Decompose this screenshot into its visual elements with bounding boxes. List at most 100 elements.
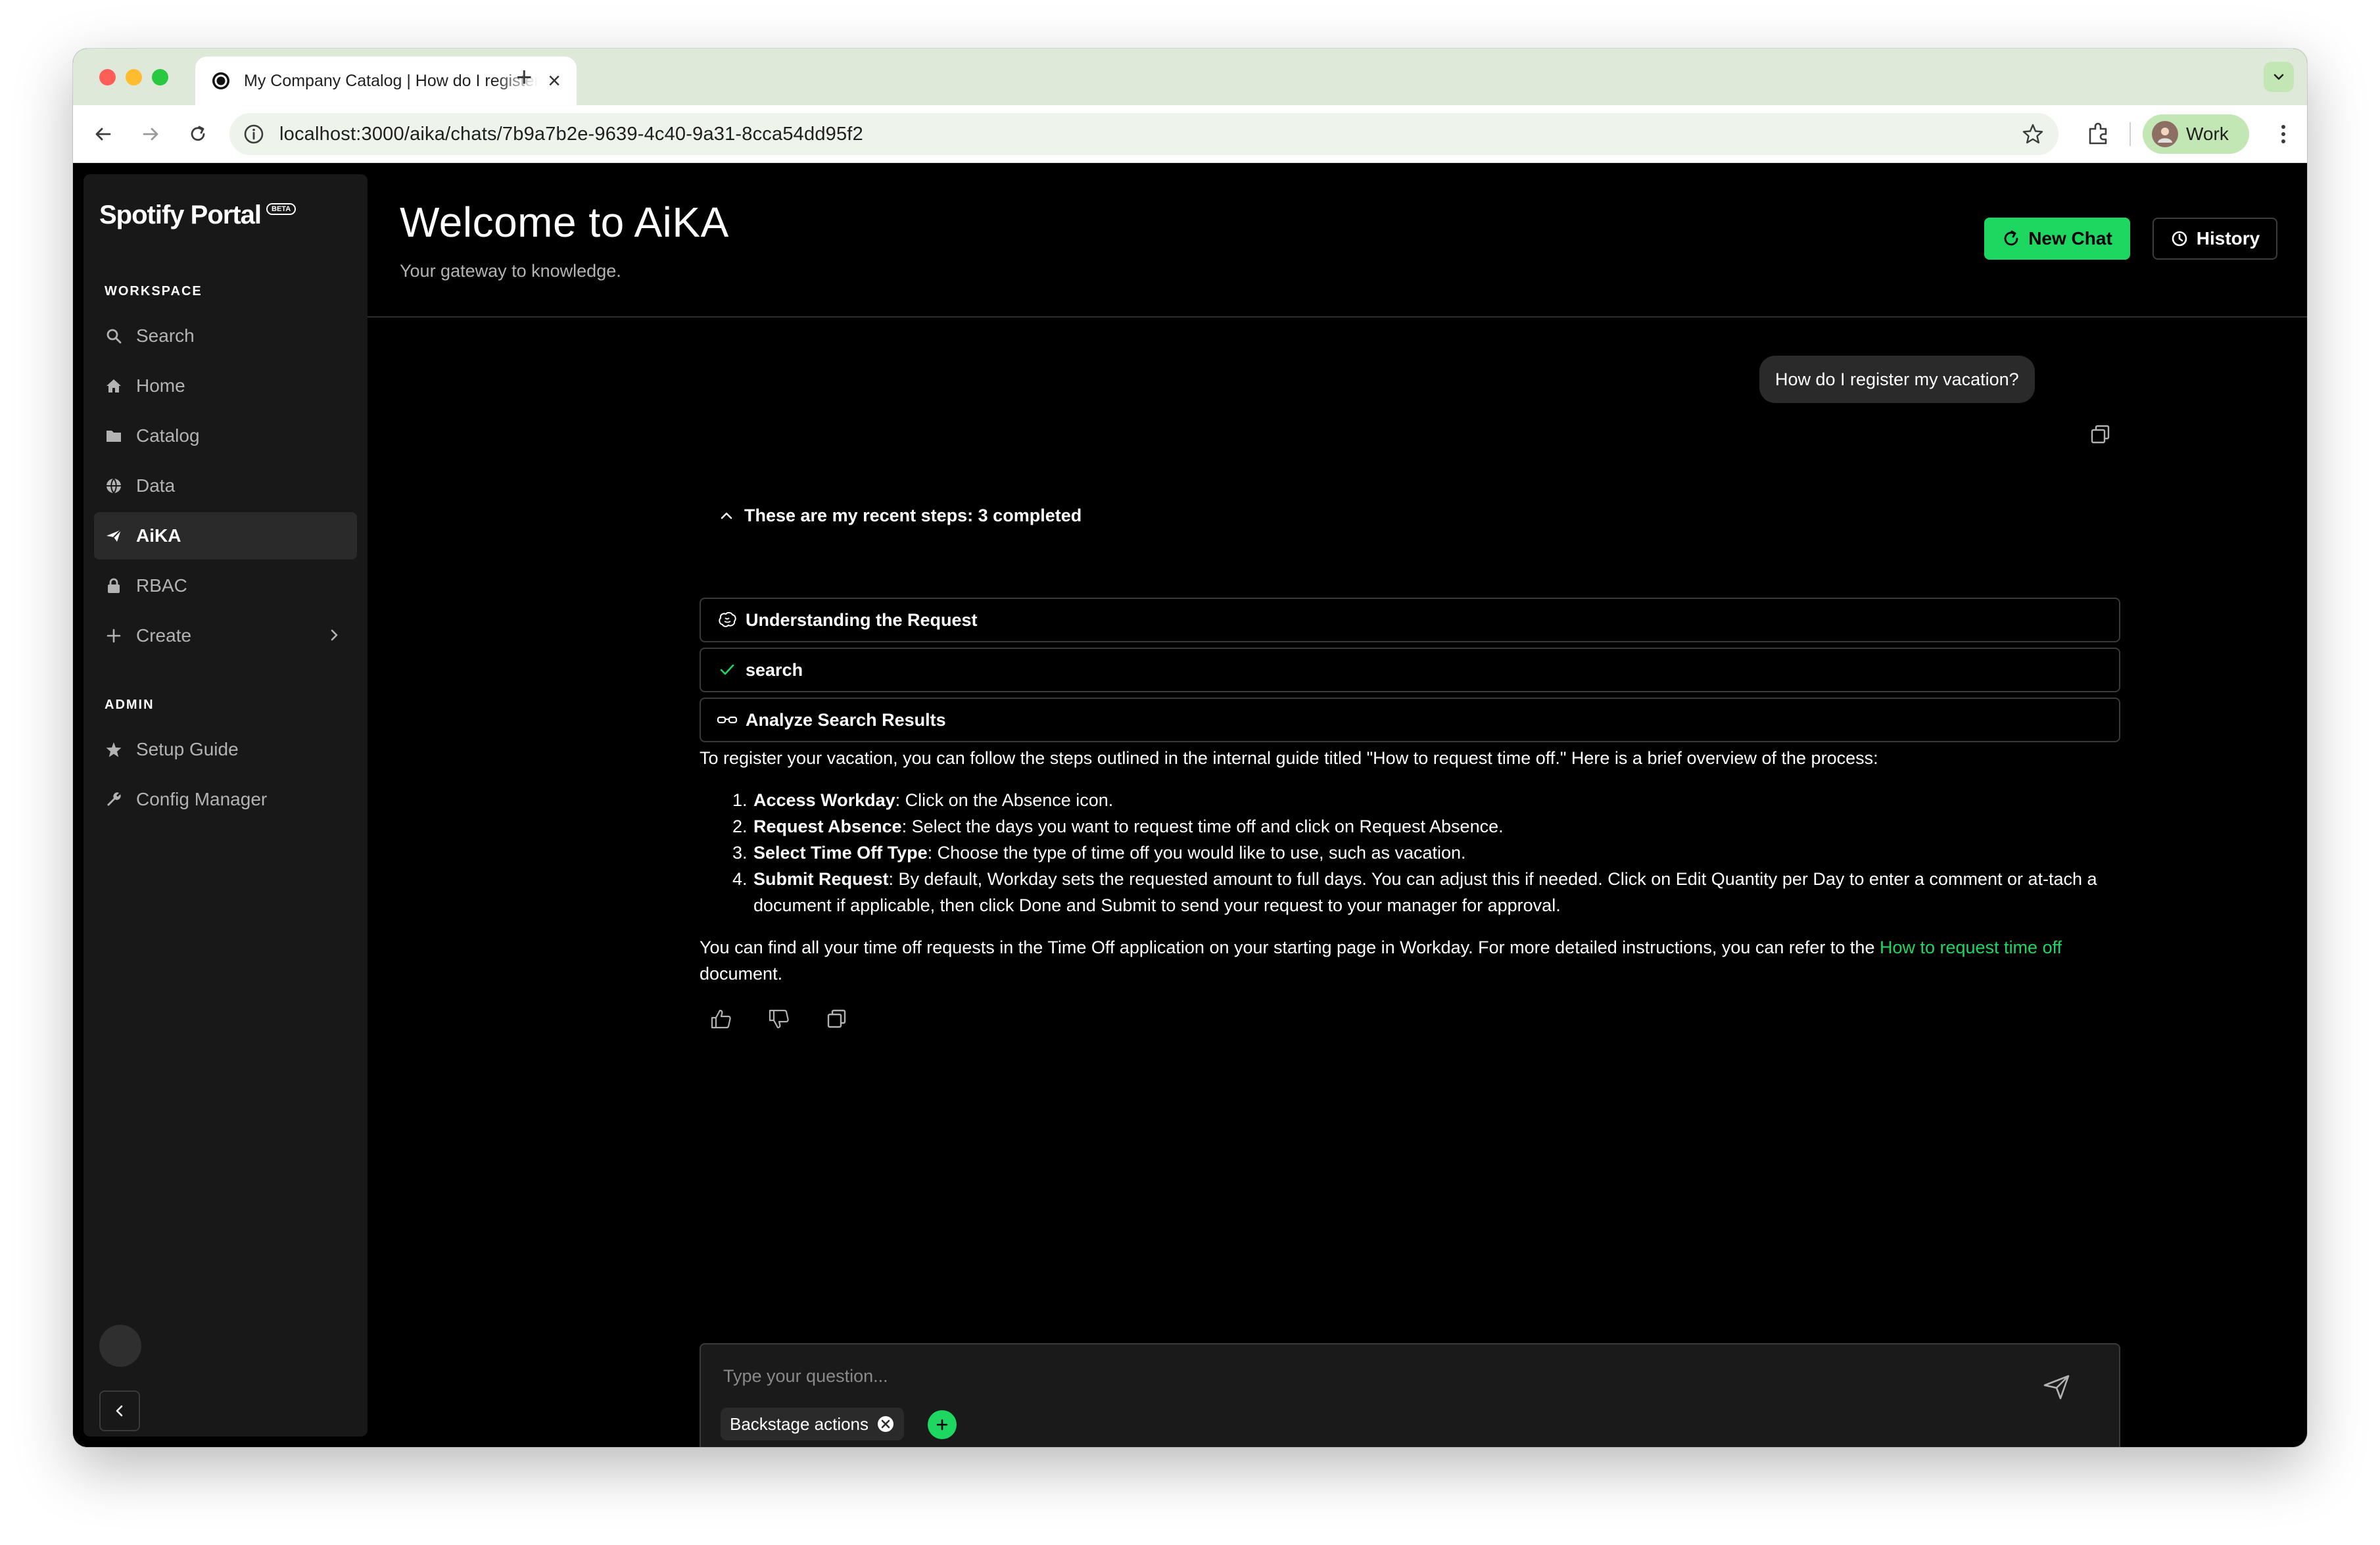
tool-chip[interactable]: Backstage actions (721, 1408, 905, 1440)
sidebar-item-aika[interactable]: AiKA (94, 512, 357, 559)
thumbs-up-icon[interactable] (709, 1007, 733, 1031)
question-input[interactable] (723, 1362, 1972, 1390)
outro-text: You can find all your time off requests … (700, 938, 1880, 957)
site-info-icon[interactable] (243, 123, 265, 145)
address-bar[interactable]: localhost:3000/aika/chats/7b9a7b2e-9639-… (229, 113, 2059, 155)
back-button[interactable] (89, 120, 118, 149)
user-message-bubble: How do I register my vacation? (1759, 356, 2035, 403)
arrow-right-icon (143, 128, 158, 141)
browser-toolbar: localhost:3000/aika/chats/7b9a7b2e-9639-… (73, 105, 2307, 163)
globe-icon (105, 477, 123, 495)
toolbar-divider (2130, 122, 2131, 146)
main-content: Welcome to AiKA Your gateway to knowledg… (368, 164, 2307, 1447)
new-chat-label: New Chat (2028, 228, 2112, 249)
new-tab-button[interactable]: + (516, 63, 533, 91)
sidebar-item-label: Setup Guide (136, 739, 239, 759)
list-item-text: : By default, Workday sets the requested… (753, 869, 2097, 915)
extensions-icon[interactable] (2083, 120, 2112, 149)
refresh-chat-icon (2004, 230, 2018, 246)
check-icon (717, 659, 738, 680)
guide-link[interactable]: How to request time off (1880, 938, 2062, 957)
page-header: Welcome to AiKA Your gateway to knowledg… (368, 164, 2307, 318)
brain-icon (717, 609, 738, 630)
list-item: Request Absence: Select the days you wan… (752, 813, 2124, 840)
chevron-left-icon (116, 1405, 123, 1417)
page-subtitle: Your gateway to knowledge. (400, 261, 621, 281)
home-icon (105, 377, 123, 395)
folder-icon (105, 427, 123, 445)
forward-button[interactable] (136, 120, 165, 149)
copy-icon[interactable] (2089, 423, 2112, 446)
step-label: Understanding the Request (746, 609, 978, 630)
answer-outro: You can find all your time off requests … (700, 934, 2124, 987)
search-icon (105, 327, 123, 345)
collapse-sidebar-button[interactable] (99, 1390, 140, 1431)
minimize-window-button[interactable] (126, 69, 142, 85)
step-label: search (746, 659, 803, 680)
star-icon (105, 740, 123, 759)
thumbs-down-icon[interactable] (767, 1007, 791, 1031)
list-item: Access Workday: Click on the Absence ico… (752, 787, 2124, 813)
chevron-up-icon (721, 512, 732, 519)
reload-button[interactable] (183, 120, 212, 149)
profile-button[interactable]: Work (2143, 114, 2249, 154)
chevron-right-icon (331, 629, 338, 641)
sidebar-item-setup-guide[interactable]: Setup Guide (94, 726, 357, 773)
close-window-button[interactable] (99, 69, 116, 85)
step-analyze-search-results[interactable]: Analyze Search Results (700, 698, 2120, 742)
user-message-text: How do I register my vacation? (1775, 369, 2019, 389)
new-chat-button[interactable]: New Chat (1984, 218, 2130, 260)
steps-toggle[interactable]: These are my recent steps: 3 completed (719, 506, 1082, 526)
remove-chip-icon[interactable] (876, 1415, 895, 1433)
sidebar-item-label: Home (136, 375, 185, 396)
add-tool-button[interactable] (928, 1410, 957, 1439)
reload-icon (191, 126, 205, 141)
bookmark-star-icon[interactable] (2020, 122, 2045, 147)
chip-label: Backstage actions (730, 1414, 869, 1434)
list-item-text: : Click on the Absence icon. (895, 790, 1114, 810)
list-item-title: Access Workday (753, 790, 895, 810)
send-icon[interactable] (2041, 1371, 2072, 1402)
list-item-text: : Select the days you want to request ti… (901, 817, 1504, 836)
maximize-window-button[interactable] (152, 69, 168, 85)
url-text: localhost:3000/aika/chats/7b9a7b2e-9639-… (279, 123, 863, 145)
list-item-title: Request Absence (753, 817, 902, 836)
copy-icon[interactable] (825, 1007, 849, 1031)
glasses-icon (717, 709, 738, 730)
portal-logo[interactable]: Spotify Portal BETA (99, 201, 297, 230)
arrow-left-icon (95, 128, 111, 141)
steps-header-text: These are my recent steps: 3 completed (744, 506, 1082, 525)
list-item: Select Time Off Type: Choose the type of… (752, 840, 2124, 866)
list-item-text: : Choose the type of time off you would … (927, 843, 1466, 863)
browser-window: My Company Catalog | How do I register m… (73, 49, 2307, 1447)
tab-search-button[interactable] (2264, 62, 2294, 92)
step-label: Analyze Search Results (746, 709, 946, 730)
profile-name: Work (2186, 124, 2229, 144)
step-search[interactable]: search (700, 648, 2120, 692)
plus-icon (105, 627, 123, 645)
sidebar-item-catalog[interactable]: Catalog (94, 412, 357, 460)
sidebar-item-home[interactable]: Home (94, 362, 357, 410)
step-understanding-request[interactable]: Understanding the Request (700, 598, 2120, 642)
lock-icon (105, 577, 123, 595)
wrench-icon (105, 790, 123, 809)
sidebar-item-search[interactable]: Search (94, 312, 357, 360)
sidebar-item-create[interactable]: Create (94, 612, 357, 659)
app-area: Spotify Portal BETA WORKSPACE Search Hom… (73, 164, 2307, 1447)
tab-title: My Company Catalog | How do I register m… (244, 71, 539, 90)
sidebar-item-label: Catalog (136, 425, 200, 446)
sidebar-item-label: RBAC (136, 575, 187, 596)
sidebar-item-rbac[interactable]: RBAC (94, 562, 357, 609)
workspace-section-label: WORKSPACE (105, 284, 202, 298)
user-avatar[interactable] (99, 1325, 141, 1367)
outro-text-end: document. (700, 964, 783, 984)
sidebar-item-data[interactable]: Data (94, 462, 357, 510)
tab-close-icon[interactable]: × (548, 70, 561, 92)
history-button[interactable]: History (2153, 218, 2277, 260)
beta-badge: BETA (266, 203, 297, 215)
sidebar-item-config-manager[interactable]: Config Manager (94, 776, 357, 823)
list-item-title: Submit Request (753, 869, 889, 889)
tab-strip: My Company Catalog | How do I register m… (73, 49, 2307, 105)
feedback-bar (709, 1007, 849, 1031)
more-menu-icon[interactable] (2269, 120, 2298, 149)
